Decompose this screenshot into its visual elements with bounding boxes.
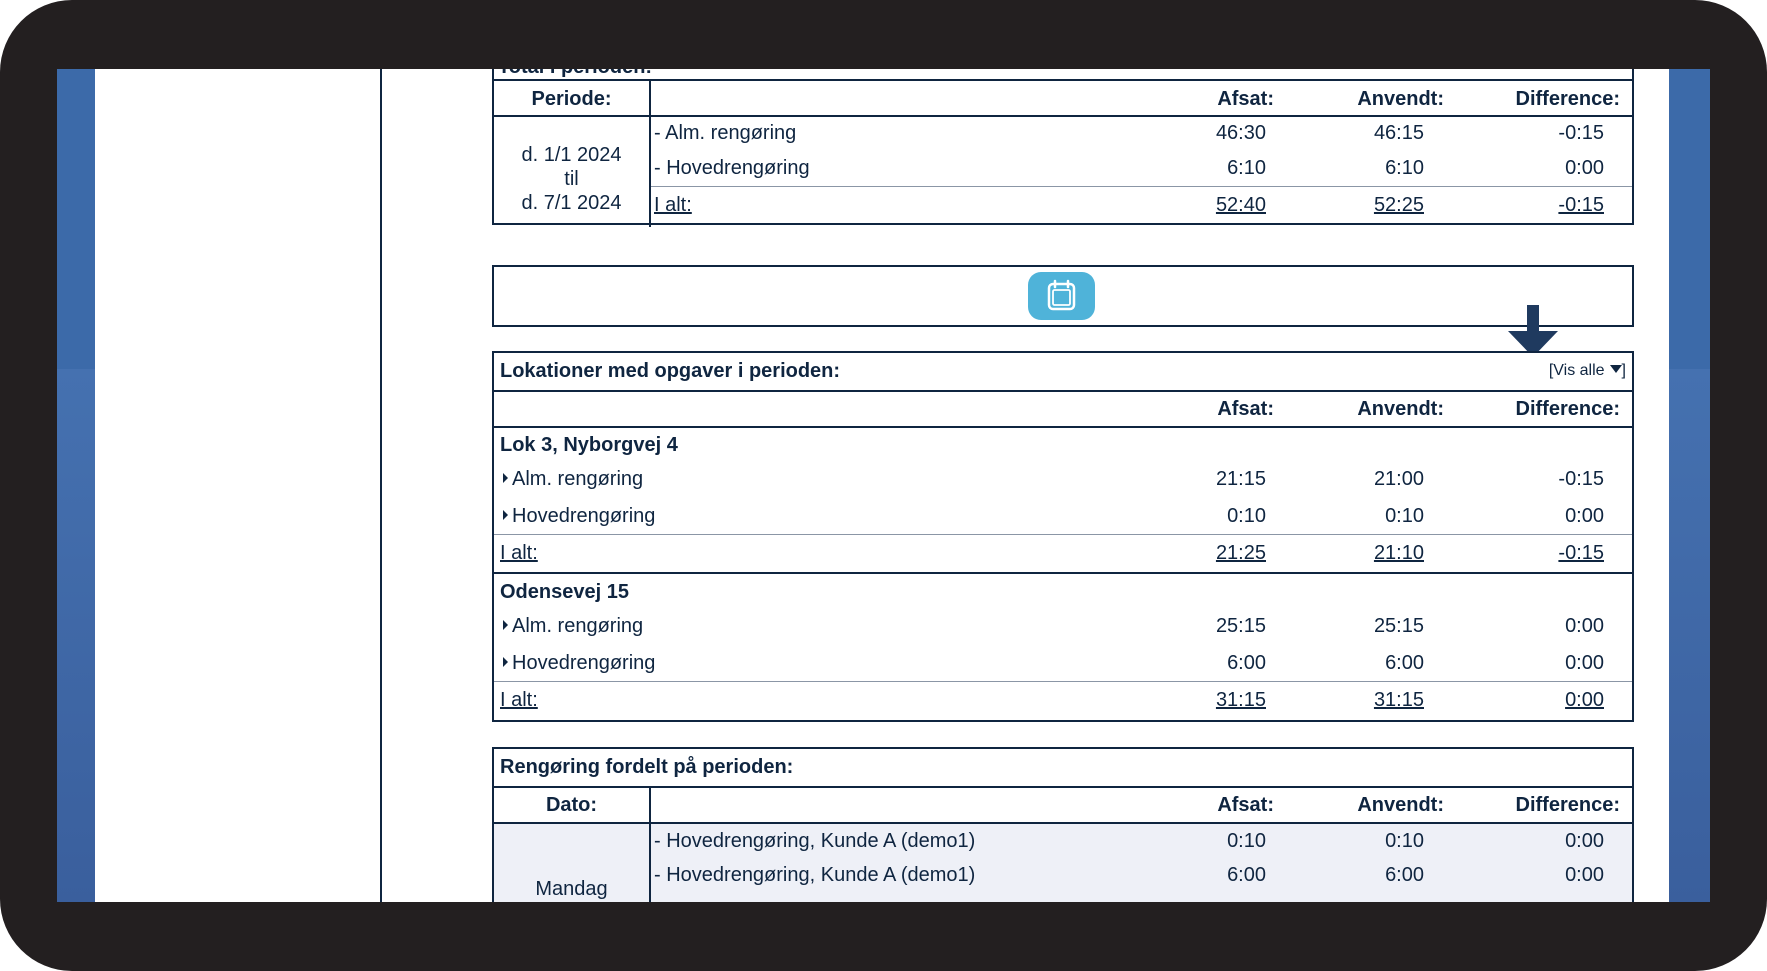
location-sum-afsat: 31:15 [1215,689,1266,711]
col-periode: Periode: [531,88,612,110]
total-row-afsat: 46:30 [1215,122,1266,144]
entry-label: - Hovedrengøring, Kunde A (demo1) [654,830,976,852]
col-anvendt: Anvendt: [1357,398,1444,420]
left-panel-divider [380,69,382,902]
task-diff: 0:00 [1565,615,1604,637]
day-label: Mandag [535,878,608,900]
col-afsat: Afsat: [1217,88,1274,110]
location-sum-diff: -0:15 [1558,542,1604,564]
fordelt-title: Rengøring fordelt på perioden: [500,756,794,778]
entry-diff: 0:00 [1565,864,1604,886]
total-row-anvendt: 46:15 [1373,122,1424,144]
period-til: til [564,168,579,190]
location-sum-anvendt: 31:15 [1373,689,1424,711]
total-row-afsat: 6:10 [1227,157,1266,179]
total-row-anvendt: 6:10 [1385,157,1424,179]
col-difference: Difference: [1515,88,1620,110]
report-page: Total i perioden: Periode: Afsat: Anvend… [95,69,1669,902]
entry-label: - Hovedrengøring, Kunde A (demo1) [654,864,976,886]
task-afsat: 6:00 [1227,652,1266,674]
task-afsat: 0:10 [1227,505,1266,527]
total-sum-anvendt: 52:25 [1373,194,1424,216]
task-diff: -0:15 [1558,468,1604,490]
total-table: Total i perioden: Periode: Afsat: Anvend… [492,69,1634,227]
location-sum-anvendt: 21:10 [1373,542,1424,564]
col-anvendt: Anvendt: [1357,794,1444,816]
location-sum-afsat: 21:25 [1215,542,1266,564]
location-sum-label: I alt: [500,542,538,564]
expand-arrow-icon[interactable] [503,473,508,483]
screen: Total i perioden: Periode: Afsat: Anvend… [57,69,1710,902]
lokationer-title: Lokationer med opgaver i perioden: [500,360,841,382]
task-label[interactable]: Hovedrengøring [512,651,655,675]
period-from: d. 1/1 2024 [521,144,622,166]
entry-anvendt: 6:00 [1385,864,1424,886]
expand-arrow-icon[interactable] [503,620,508,630]
task-diff: 0:00 [1565,505,1604,527]
dropdown-caret-icon [1609,365,1622,373]
entry-afsat: 0:10 [1227,830,1266,852]
expand-arrow-icon[interactable] [503,510,508,520]
total-row-diff: -0:15 [1558,122,1604,144]
calendar-button[interactable] [1028,272,1095,320]
task-diff: 0:00 [1565,652,1604,674]
task-label[interactable]: Alm. rengøring [512,467,643,491]
task-afsat: 21:15 [1215,468,1266,490]
total-sum-afsat: 52:40 [1215,194,1266,216]
total-row-label: - Alm. rengøring [654,122,797,144]
total-row-diff: 0:00 [1565,157,1604,179]
col-afsat: Afsat: [1217,398,1274,420]
task-anvendt: 25:15 [1373,615,1424,637]
task-anvendt: 6:00 [1385,652,1424,674]
entry-anvendt: 0:10 [1385,830,1424,852]
col-dato: Dato: [545,794,598,816]
col-difference: Difference: [1515,794,1620,816]
task-label[interactable]: Alm. rengøring [512,614,643,638]
vis-alle-end: ] [1621,362,1626,379]
total-title: Total i perioden: [498,69,652,79]
task-anvendt: 21:00 [1373,468,1424,490]
location-sum-label: I alt: [500,689,538,711]
col-difference: Difference: [1515,398,1620,420]
calendar-icon [1047,279,1076,311]
expand-arrow-icon[interactable] [503,657,508,667]
vis-alle-label: [Vis alle [1548,362,1605,379]
task-anvendt: 0:10 [1385,505,1424,527]
location-sum-diff: 0:00 [1565,689,1604,711]
vis-alle-toggle[interactable]: [Vis alle] [1549,361,1626,381]
entry-afsat: 6:00 [1227,864,1266,886]
location-name: Odensevej 15 [500,581,629,603]
location-name: Lok 3, Nyborgvej 4 [500,434,678,456]
total-row-label: - Hovedrengøring [654,157,810,179]
lokationer-table: Lokationer med opgaver i perioden: [Vis … [492,351,1634,722]
col-anvendt: Anvendt: [1357,88,1444,110]
fordelt-table: Rengøring fordelt på perioden: Dato: Afs… [492,747,1634,902]
task-afsat: 25:15 [1215,615,1266,637]
device-frame: Total i perioden: Periode: Afsat: Anvend… [0,0,1767,971]
total-sum-label: I alt: [654,194,692,216]
col-afsat: Afsat: [1217,794,1274,816]
total-sum-diff: -0:15 [1558,194,1604,216]
task-label[interactable]: Hovedrengøring [512,504,655,528]
period-to: d. 7/1 2024 [521,192,622,214]
calendar-box [492,265,1634,327]
entry-diff: 0:00 [1565,830,1604,852]
